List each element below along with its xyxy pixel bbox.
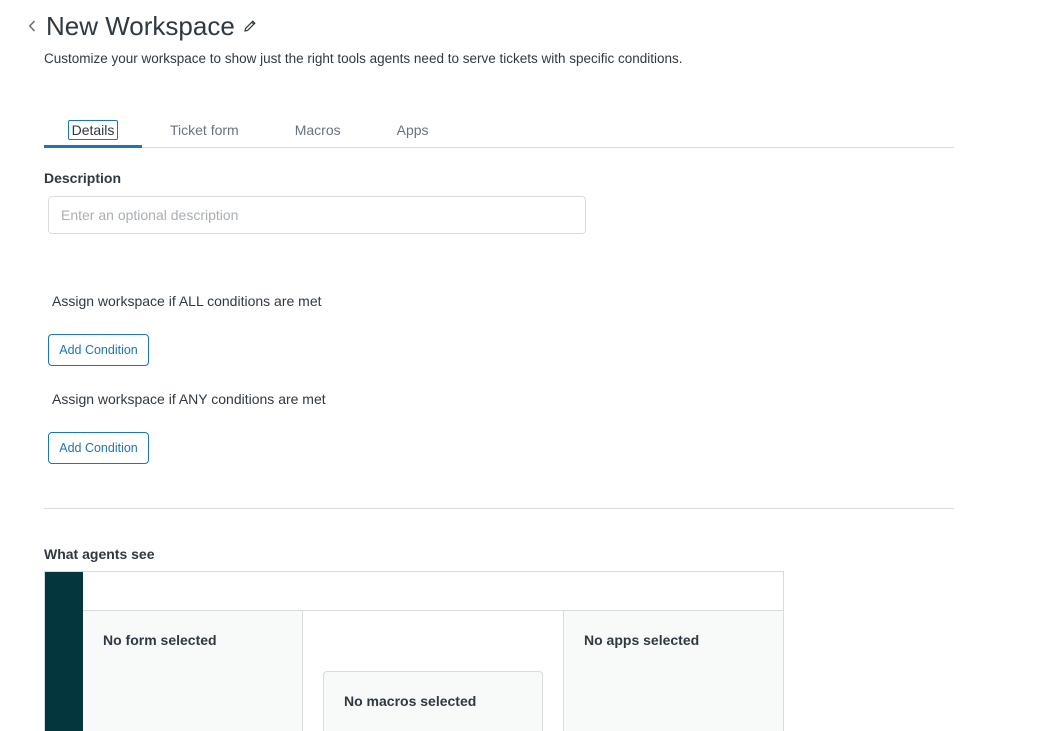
tab-apps[interactable]: Apps xyxy=(369,112,457,147)
any-conditions-label: Assign workspace if ANY conditions are m… xyxy=(52,391,326,407)
all-conditions-label: Assign workspace if ALL conditions are m… xyxy=(52,293,322,309)
page-subtitle: Customize your workspace to show just th… xyxy=(44,51,683,66)
preview-topbar xyxy=(83,572,783,611)
tab-ticket-form[interactable]: Ticket form xyxy=(142,112,267,147)
tab-bar: Details Ticket form Macros Apps xyxy=(44,112,954,148)
preview-label: What agents see xyxy=(44,546,155,562)
preview-sidebar xyxy=(45,572,83,731)
page-header: New Workspace xyxy=(26,10,257,42)
tab-label: Macros xyxy=(294,121,341,138)
chevron-left-icon[interactable] xyxy=(26,16,38,36)
preview-form-column: No form selected xyxy=(83,611,303,731)
section-divider xyxy=(44,508,954,509)
workspace-preview: No form selected No macros selected No a… xyxy=(44,571,784,731)
tab-label: Ticket form xyxy=(170,121,239,138)
tab-macros[interactable]: Macros xyxy=(267,112,369,147)
tab-label: Details xyxy=(67,119,119,140)
preview-apps-column: No apps selected xyxy=(564,611,783,731)
description-input[interactable] xyxy=(48,196,586,234)
macros-card: No macros selected xyxy=(323,671,543,731)
description-label: Description xyxy=(44,170,122,186)
no-apps-text: No apps selected xyxy=(584,632,700,648)
add-any-condition-button[interactable]: Add Condition xyxy=(48,432,149,464)
pencil-icon[interactable] xyxy=(243,19,257,33)
page-title: New Workspace xyxy=(46,11,235,41)
no-form-text: No form selected xyxy=(103,632,217,648)
preview-macros-column: No macros selected xyxy=(303,611,564,731)
workspace-editor-page: New Workspace Customize your workspace t… xyxy=(0,0,1059,731)
no-macros-text: No macros selected xyxy=(344,693,477,709)
tab-label: Apps xyxy=(396,121,429,138)
tab-details[interactable]: Details xyxy=(44,112,142,148)
add-all-condition-button[interactable]: Add Condition xyxy=(48,334,149,366)
